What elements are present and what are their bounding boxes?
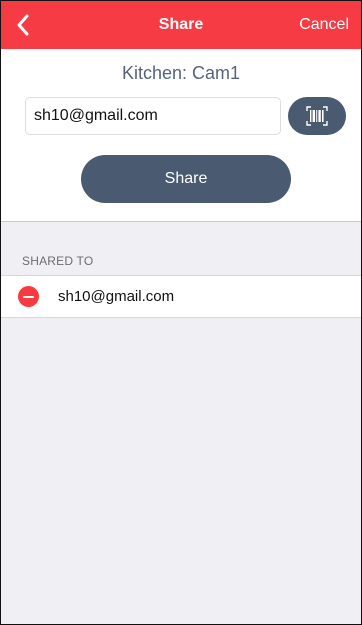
email-field[interactable] (25, 97, 281, 135)
share-screen: Share Cancel Kitchen: Cam1 Share SHARED … (0, 0, 362, 625)
shared-to-heading: SHARED TO (22, 254, 94, 268)
nav-header: Share Cancel (1, 1, 361, 49)
shared-user-email: sh10@gmail.com (58, 288, 175, 305)
barcode-scan-icon (306, 106, 328, 126)
scan-button[interactable] (288, 97, 346, 135)
device-name: Kitchen: Cam1 (121, 63, 241, 83)
minus-circle-icon (23, 295, 34, 298)
share-form: Kitchen: Cam1 Share (1, 49, 361, 222)
share-button[interactable]: Share (81, 155, 291, 203)
shared-user-row: sh10@gmail.com (1, 275, 361, 318)
remove-user-button[interactable] (18, 286, 39, 307)
cancel-button[interactable]: Cancel (299, 1, 349, 49)
